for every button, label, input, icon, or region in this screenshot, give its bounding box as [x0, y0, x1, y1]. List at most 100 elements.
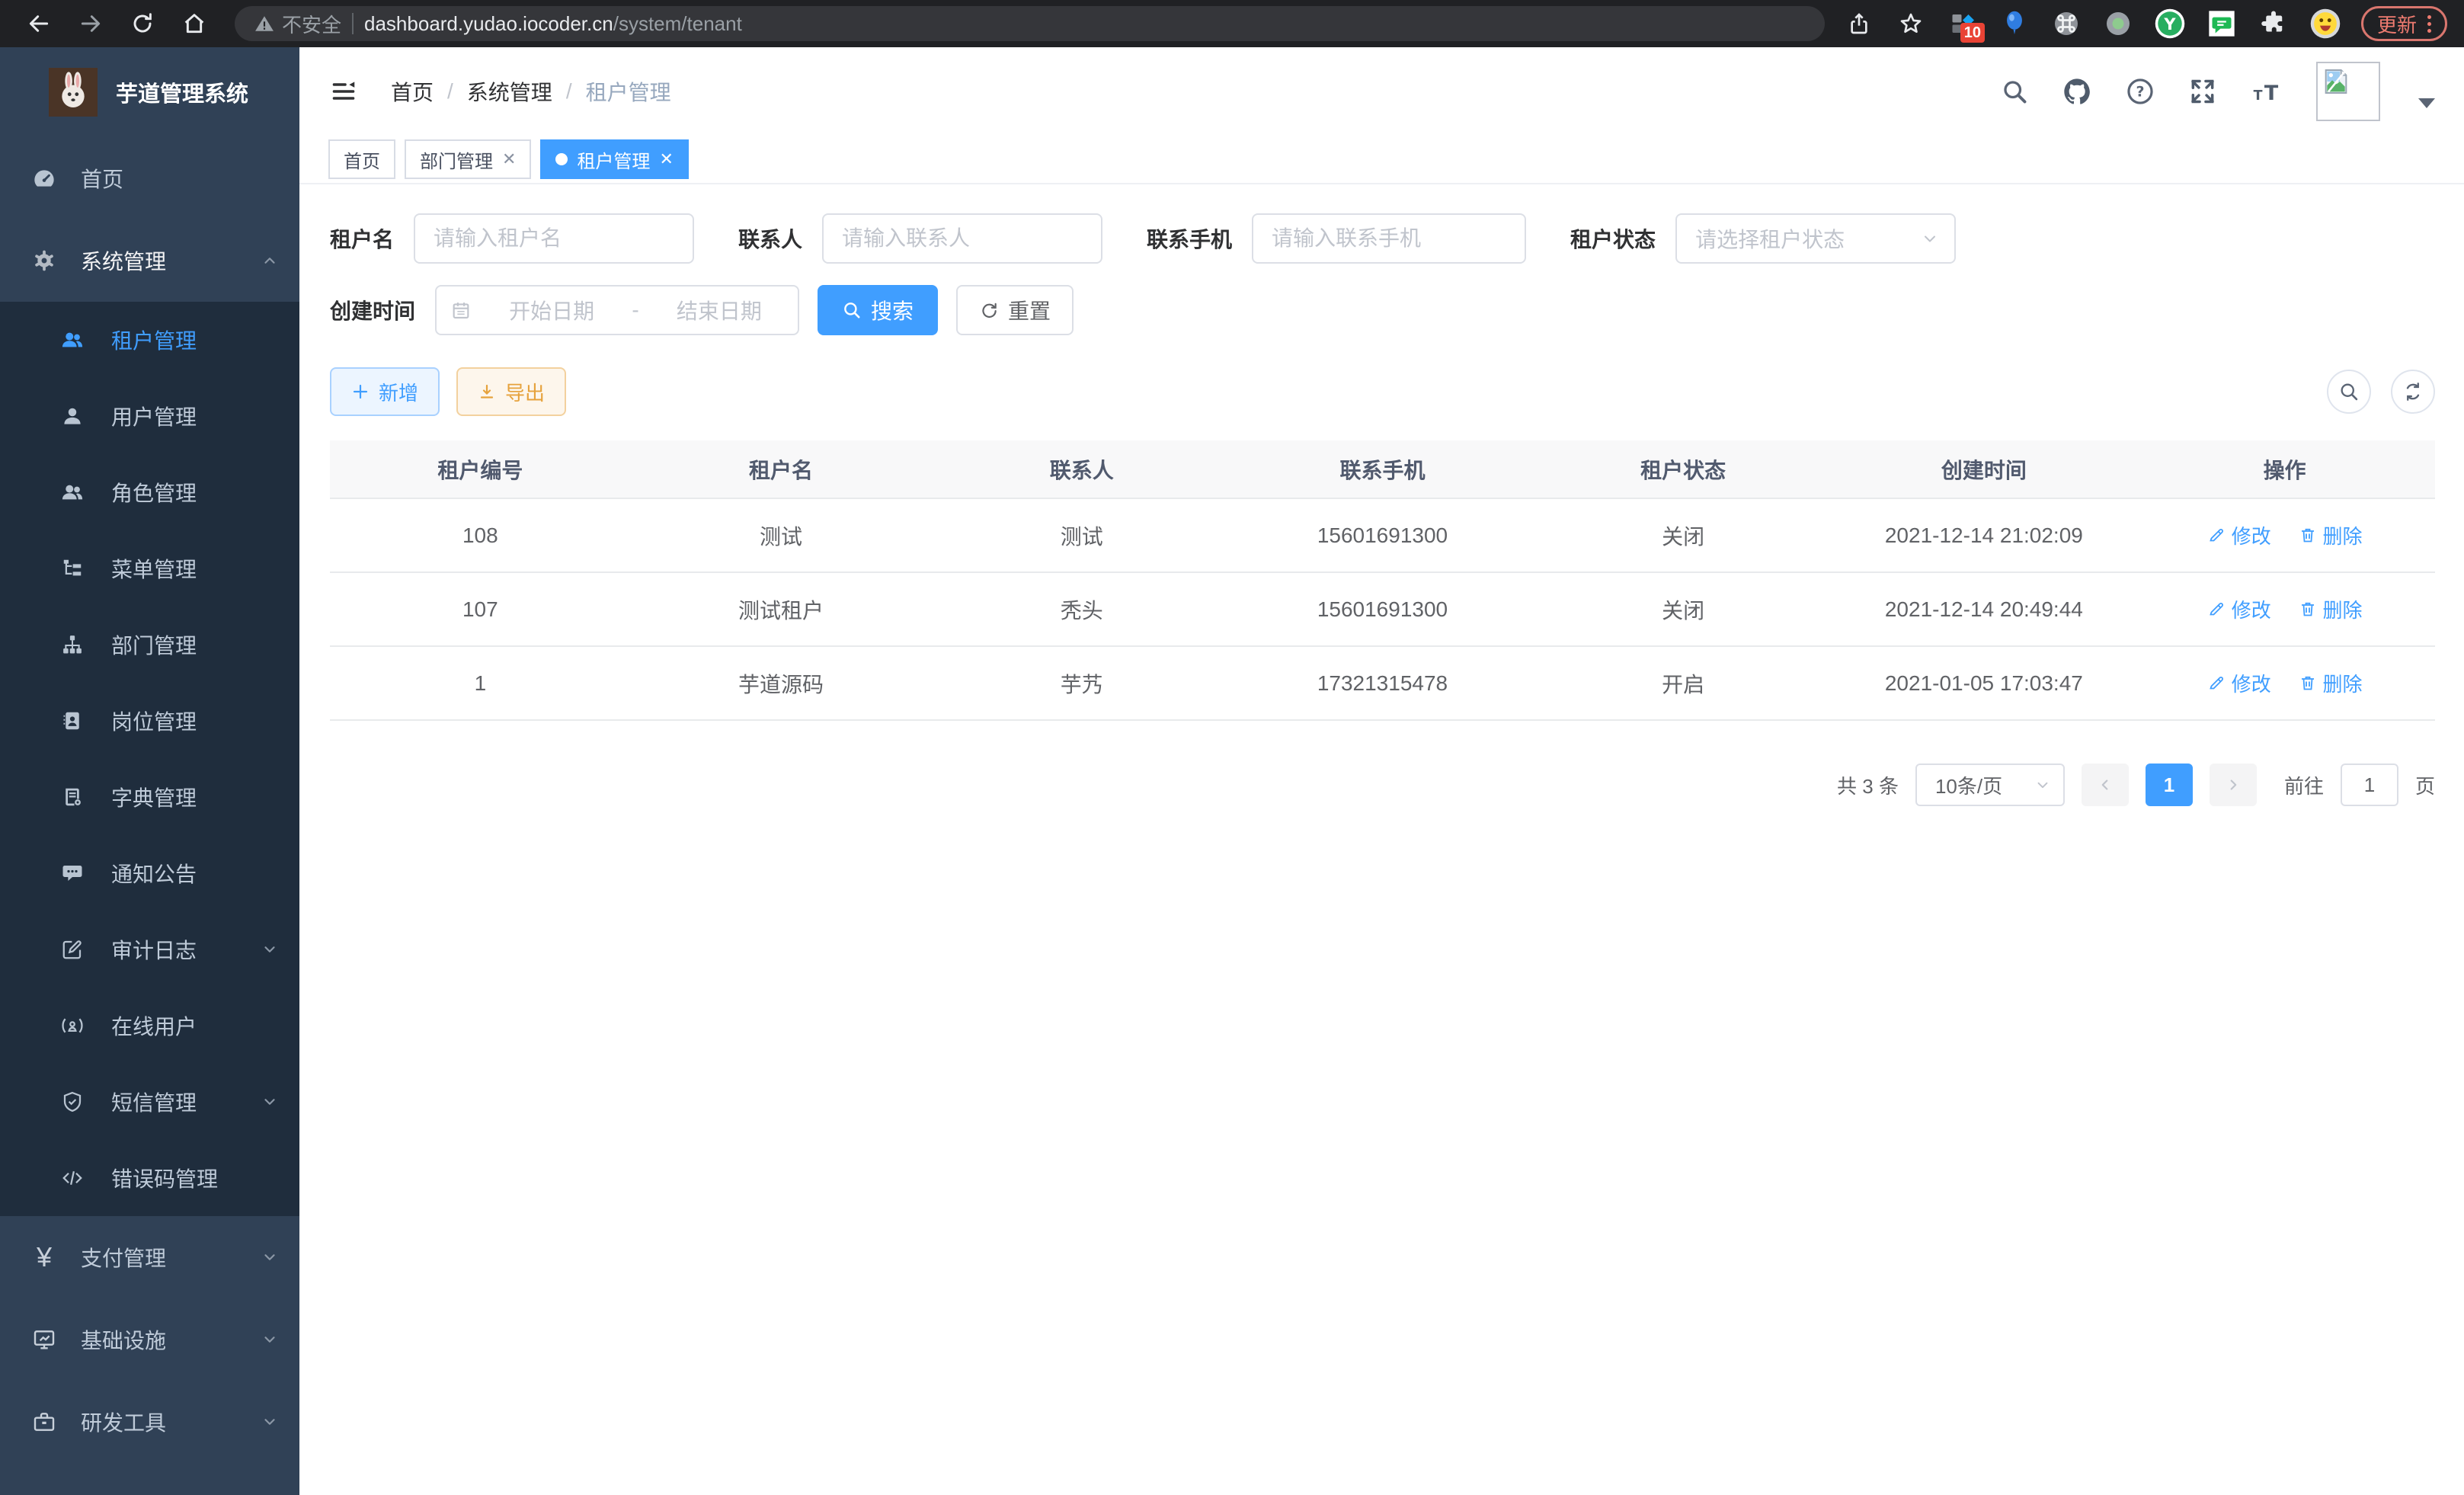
sidebar-item-system[interactable]: 系统管理 — [0, 219, 299, 302]
y-extension-icon[interactable]: Y — [2154, 8, 2186, 40]
chevron-down-icon — [261, 1093, 278, 1110]
sidebar-item-infra[interactable]: 基础设施 — [0, 1298, 299, 1381]
breadcrumb-home[interactable]: 首页 — [391, 76, 434, 107]
search-form-row-1: 租户名 联系人 联系手机 租户状态 请选择租户状态 — [330, 213, 2435, 264]
contact-input[interactable] — [822, 213, 1102, 264]
add-button[interactable]: 新增 — [330, 367, 440, 416]
col-mobile: 联系手机 — [1232, 440, 1533, 498]
delete-button[interactable]: 删除 — [2299, 521, 2363, 549]
share-icon[interactable] — [1843, 8, 1875, 40]
status-select[interactable]: 请选择租户状态 — [1675, 213, 1956, 264]
breadcrumb-current: 租户管理 — [586, 76, 671, 107]
edit-button[interactable]: 修改 — [2207, 595, 2271, 623]
active-dot — [555, 153, 568, 165]
forward-icon[interactable] — [69, 6, 113, 41]
date-range-picker[interactable]: 开始日期 - 结束日期 — [435, 285, 799, 335]
app-logo[interactable]: 芋道管理系统 — [0, 47, 299, 137]
search-icon[interactable] — [2001, 78, 2028, 105]
github-icon[interactable] — [2062, 76, 2092, 107]
url-bar[interactable]: 不安全 dashboard.yudao.iocoder.cn/system/te… — [235, 6, 1825, 41]
fullscreen-icon[interactable] — [2188, 77, 2217, 106]
prev-page-button[interactable] — [2082, 764, 2129, 806]
reload-icon[interactable] — [120, 6, 165, 41]
mobile-input[interactable] — [1252, 213, 1526, 264]
tab-dept[interactable]: 部门管理 ✕ — [405, 139, 531, 179]
security-warning[interactable]: 不安全 — [254, 10, 341, 38]
tree-icon — [61, 557, 84, 580]
home-icon[interactable] — [172, 6, 216, 41]
dictionary-icon — [61, 786, 84, 808]
page-size-select[interactable]: 10条/页 — [1915, 764, 2065, 806]
svg-text:T: T — [2264, 82, 2279, 105]
badge-icon — [61, 709, 84, 732]
svg-text:T: T — [2254, 88, 2263, 104]
contact-label: 联系人 — [738, 223, 802, 254]
record-extension-icon[interactable] — [2102, 8, 2134, 40]
help-icon[interactable]: ? — [2126, 77, 2155, 106]
edit-icon — [2207, 526, 2226, 544]
delete-button[interactable]: 删除 — [2299, 669, 2363, 697]
topbar: 首页 / 系统管理 / 租户管理 ? TT — [299, 47, 2464, 136]
avatar[interactable] — [2316, 62, 2380, 121]
table-row: 107 测试租户 秃头 15601691300 关闭 2021-12-14 20… — [330, 572, 2435, 646]
reset-button[interactable]: 重置 — [956, 285, 1074, 335]
chat-extension-icon[interactable] — [2206, 8, 2238, 40]
create-time-label: 创建时间 — [330, 295, 415, 325]
close-icon[interactable]: ✕ — [502, 149, 516, 169]
browser-menu-icon[interactable] — [2427, 15, 2431, 33]
table-toolbar: 新增 导出 — [330, 367, 2435, 416]
sidebar-item-audit-log[interactable]: 审计日志 — [0, 911, 299, 988]
collapse-sidebar-icon[interactable] — [328, 78, 359, 105]
col-status: 租户状态 — [1533, 440, 1834, 498]
refresh-table-button[interactable] — [2391, 370, 2435, 414]
next-page-button[interactable] — [2210, 764, 2257, 806]
chevron-down-icon — [261, 941, 278, 958]
sidebar-item-pay[interactable]: ¥ 支付管理 — [0, 1216, 299, 1298]
edit-button[interactable]: 修改 — [2207, 669, 2271, 697]
emoji-extension-icon[interactable] — [2309, 8, 2341, 40]
chevron-down-icon — [261, 1331, 278, 1348]
export-button[interactable]: 导出 — [456, 367, 566, 416]
sidebar-item-post[interactable]: 岗位管理 — [0, 683, 299, 759]
broken-image-icon — [2321, 66, 2351, 97]
app-title: 芋道管理系统 — [116, 76, 248, 108]
tenant-name-input[interactable] — [414, 213, 694, 264]
delete-button[interactable]: 删除 — [2299, 595, 2363, 623]
command-extension-icon[interactable] — [2050, 8, 2082, 40]
sidebar-item-menu[interactable]: 菜单管理 — [0, 530, 299, 607]
sidebar-item-dept[interactable]: 部门管理 — [0, 607, 299, 683]
goto-page-input[interactable] — [2341, 764, 2398, 806]
balloon-extension-icon[interactable] — [1998, 8, 2030, 40]
sidebar-item-tenant[interactable]: 租户管理 — [0, 302, 299, 378]
back-icon[interactable] — [17, 6, 61, 41]
browser-update-button[interactable]: 更新 — [2361, 6, 2447, 41]
sidebar-item-error-code[interactable]: 错误码管理 — [0, 1140, 299, 1216]
font-size-icon[interactable]: TT — [2251, 77, 2283, 106]
tab-home[interactable]: 首页 — [328, 139, 395, 179]
toggle-search-button[interactable] — [2327, 370, 2371, 414]
col-tenant-id: 租户编号 — [330, 440, 631, 498]
search-button[interactable]: 搜索 — [818, 285, 938, 335]
sidebar-item-dev-tools[interactable]: 研发工具 — [0, 1381, 299, 1463]
date-start-placeholder: 开始日期 — [487, 295, 616, 325]
edit-button[interactable]: 修改 — [2207, 521, 2271, 549]
sidebar-item-online-user[interactable]: 在线用户 — [0, 988, 299, 1064]
sidebar-item-role[interactable]: 角色管理 — [0, 454, 299, 530]
sidebar-item-notice[interactable]: 通知公告 — [0, 835, 299, 911]
chevron-down-icon — [261, 1413, 278, 1430]
puzzle-extension-icon[interactable] — [2258, 8, 2290, 40]
toolbox-icon — [32, 1410, 56, 1434]
avatar-dropdown-caret[interactable] — [2418, 98, 2435, 108]
monitor-icon — [32, 1327, 56, 1352]
page-number-1[interactable]: 1 — [2146, 764, 2193, 806]
breadcrumb-section[interactable]: 系统管理 — [467, 76, 552, 107]
sidebar-item-dict[interactable]: 字典管理 — [0, 759, 299, 835]
tab-tenant[interactable]: 租户管理 ✕ — [540, 139, 688, 179]
sidebar-item-user[interactable]: 用户管理 — [0, 378, 299, 454]
search-form-row-2: 创建时间 开始日期 - 结束日期 搜索 重置 — [330, 285, 2435, 335]
extension-grid-icon[interactable]: 10 — [1947, 8, 1979, 40]
sidebar-item-sms[interactable]: 短信管理 — [0, 1064, 299, 1140]
sidebar-item-home[interactable]: 首页 — [0, 137, 299, 219]
bookmark-star-icon[interactable] — [1895, 8, 1927, 40]
close-icon[interactable]: ✕ — [659, 149, 673, 169]
